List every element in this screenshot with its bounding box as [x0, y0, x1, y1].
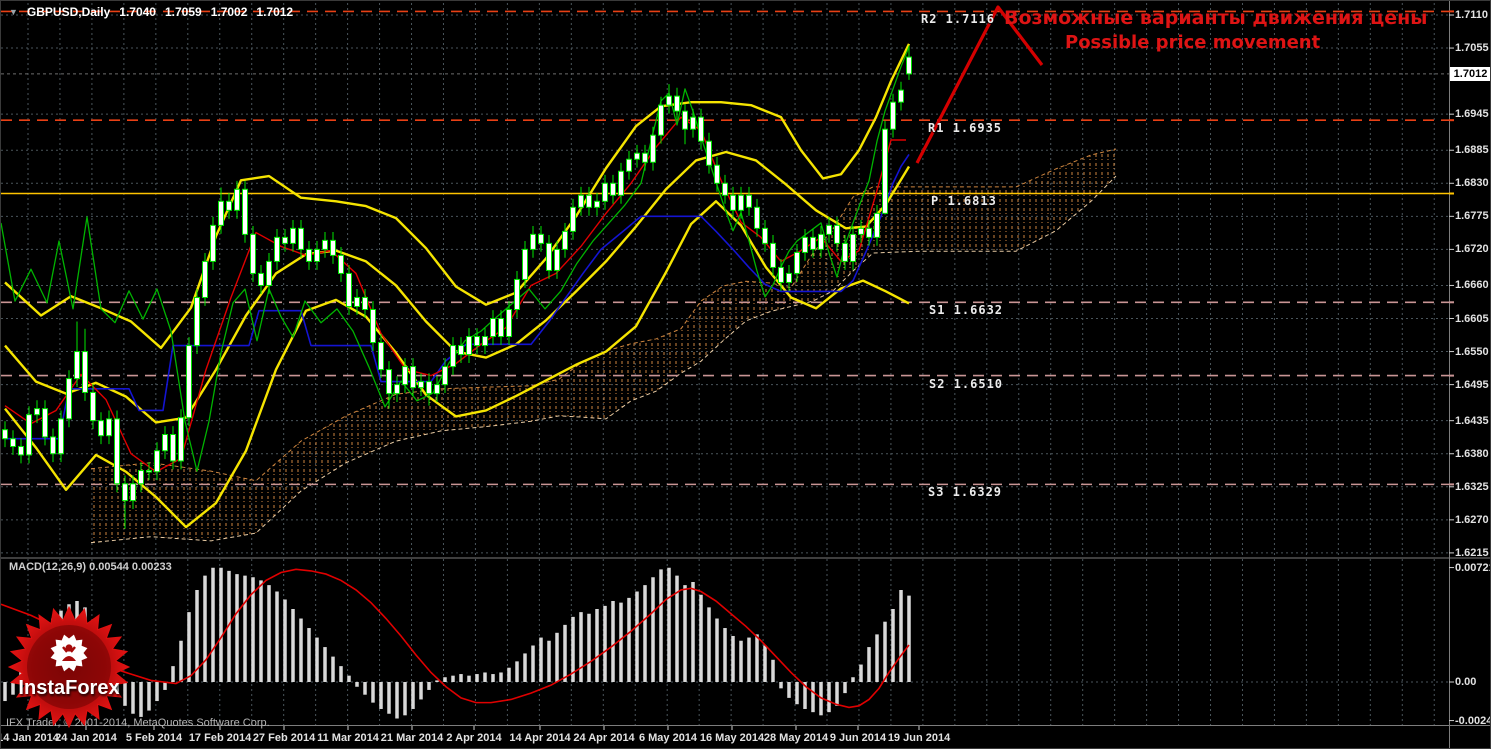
annotation-text-en: Possible price movement [1065, 32, 1321, 53]
date-axis-label: 14 Apr 2014 [509, 732, 571, 744]
macd-axis-label: -0.00243 [1455, 714, 1490, 727]
ohlc-low: 1.7002 [210, 5, 248, 19]
price-axis-label: 1.6215 [1455, 546, 1489, 559]
price-axis-label: 1.6380 [1455, 447, 1489, 460]
date-axis-label: 24 Apr 2014 [573, 732, 635, 744]
pivot-lines [1, 10, 1449, 486]
chart-title-bar: ▼ GBPUSD,Daily 1.7040 1.7059 1.7002 1.70… [9, 5, 293, 19]
price-axis-label: 1.6270 [1455, 513, 1489, 526]
price-axis-label: 1.6495 [1455, 378, 1489, 391]
pivot-label-s3: S3 1.6329 [928, 485, 1003, 500]
price-axis-label: 1.6885 [1455, 144, 1489, 157]
price-axis-label: 1.6550 [1455, 345, 1489, 358]
price-axis-label: 1.7055 [1455, 42, 1489, 55]
price-axis-label: 1.6775 [1455, 210, 1489, 223]
chart-canvas[interactable] [1, 1, 1491, 749]
price-axis-label: 1.6605 [1455, 312, 1489, 325]
pivot-label-r1: R1 1.6935 [928, 121, 1003, 136]
pivot-label-s2: S2 1.6510 [929, 376, 1004, 391]
current-price-badge: 1.7012 [1450, 67, 1490, 81]
ohlc-open: 1.7040 [119, 5, 156, 19]
macd-axis-label: 0.00 [1455, 676, 1477, 688]
ohlc-close: 1.7012 [256, 5, 294, 19]
chevron-down-icon[interactable]: ▼ [9, 7, 18, 17]
date-axis-label: 2 Apr 2014 [446, 732, 502, 744]
mt4-chart-window: ▼ GBPUSD,Daily 1.7040 1.7059 1.7002 1.70… [0, 0, 1491, 749]
macd-indicator-label: MACD(12,26,9) 0.00544 0.00233 [9, 561, 172, 573]
date-axis-label: 6 May 2014 [638, 732, 698, 744]
symbol-title: GBPUSD,Daily [26, 5, 111, 19]
macd-panel [1, 567, 911, 719]
price-axis-label: 1.7110 [1455, 9, 1489, 21]
price-axis-label: 1.6720 [1455, 243, 1489, 256]
price-axis-label: 1.6435 [1455, 414, 1489, 427]
date-axis-label: 27 Feb 2014 [252, 732, 316, 744]
date-axis-label: 17 Feb 2014 [188, 732, 252, 744]
price-axis-label: 1.6325 [1455, 480, 1489, 493]
pivot-label-s1: S1 1.6632 [929, 303, 1004, 318]
pivot-label-p: P 1.6813 [931, 194, 997, 209]
ohlc-high: 1.7059 [164, 5, 202, 19]
price-axis-label: 1.6945 [1455, 108, 1489, 121]
macd-signal-line [1, 568, 910, 709]
macd-axis-label: 0.00721 [1455, 561, 1491, 574]
instaforex-logo-text: InstaForex [18, 677, 120, 699]
date-axis-label: 9 Jun 2014 [829, 732, 887, 744]
price-axis-label: 1.6830 [1455, 177, 1489, 190]
date-axis-label: 19 Jun 2014 [887, 732, 951, 744]
date-axis-label: 16 May 2014 [699, 732, 765, 744]
annotation-text-ru: Возможные варианты движения цены [1004, 7, 1428, 29]
price-axis-label: 1.6660 [1455, 279, 1489, 292]
date-axis-label: 21 Mar 2014 [380, 732, 444, 744]
price-movement-arrow[interactable] [915, 5, 1044, 164]
pivot-label-r2: R2 1.7116 [921, 12, 996, 27]
date-axis-label: 11 Mar 2014 [317, 732, 379, 744]
date-axis-label: 28 May 2014 [763, 732, 829, 744]
instaforex-logo [7, 605, 131, 729]
